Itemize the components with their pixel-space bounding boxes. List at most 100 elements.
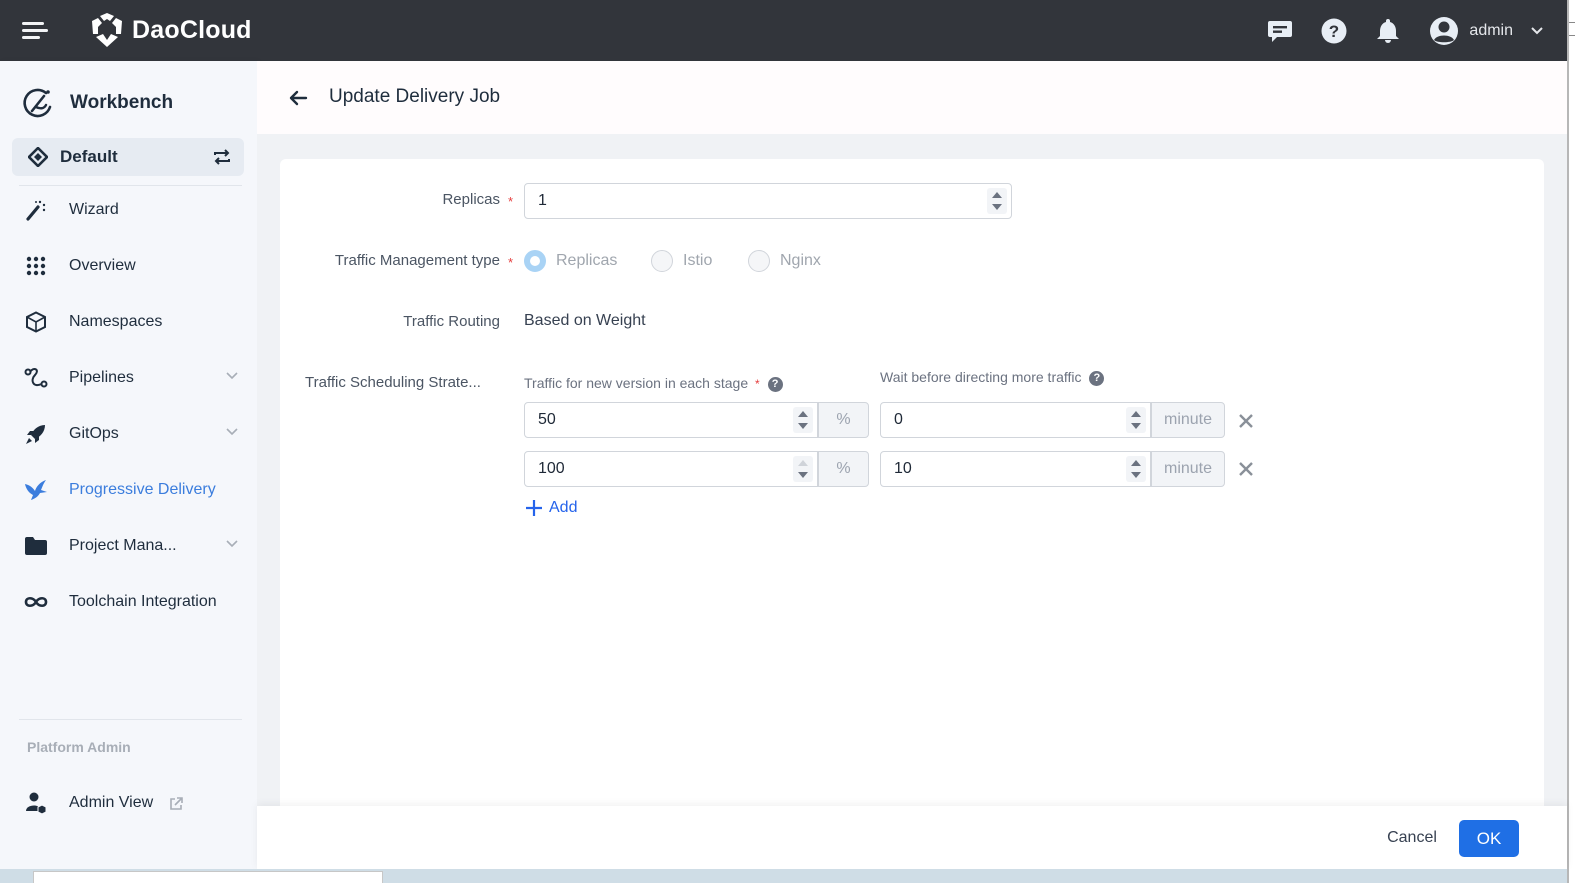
sidebar-item-wizard[interactable]: Wizard bbox=[0, 188, 257, 232]
required-marker: * bbox=[508, 255, 514, 270]
stage-traffic-value: 100 bbox=[538, 460, 565, 477]
hamburger-menu-icon[interactable] bbox=[22, 20, 48, 42]
sidebar-item-project-management[interactable]: Project Mana... bbox=[0, 524, 257, 568]
percent-unit-addon: % bbox=[818, 402, 869, 438]
traffic-column-text: Traffic for new version in each stage bbox=[524, 375, 749, 391]
form-card: Replicas * 1 Traffic Management type * R… bbox=[280, 159, 1544, 819]
stage-traffic-value: 50 bbox=[538, 411, 556, 428]
stage-wait-input[interactable]: 10 minute bbox=[880, 451, 1225, 487]
stage-traffic-input[interactable]: 100 % bbox=[524, 451, 869, 487]
stage-wait-value: 10 bbox=[894, 460, 912, 477]
sidebar-item-label: Toolchain Integration bbox=[69, 593, 217, 610]
sidebar-item-toolchain-integration[interactable]: Toolchain Integration bbox=[0, 580, 257, 624]
grid-icon bbox=[24, 254, 48, 278]
minute-unit-addon: minute bbox=[1151, 402, 1225, 438]
remove-stage-icon[interactable] bbox=[1236, 411, 1256, 431]
message-icon[interactable] bbox=[1267, 18, 1293, 44]
bell-icon[interactable] bbox=[1375, 18, 1401, 44]
stage-traffic-input[interactable]: 50 % bbox=[524, 402, 869, 438]
external-link-icon bbox=[170, 797, 183, 810]
help-icon[interactable]: ? bbox=[767, 377, 783, 392]
sidebar-item-label: Overview bbox=[69, 257, 136, 274]
workspace-title: Workbench bbox=[70, 92, 174, 113]
workbench-icon bbox=[23, 88, 52, 118]
traffic-column-header: Traffic for new version in each stage * … bbox=[524, 375, 783, 392]
radio-circle bbox=[651, 250, 673, 272]
sidebar-divider bbox=[19, 185, 242, 186]
ok-button[interactable]: OK bbox=[1459, 820, 1519, 857]
window-scrollbar[interactable] bbox=[1567, 0, 1595, 883]
sidebar-item-progressive-delivery[interactable]: Progressive Delivery bbox=[0, 468, 257, 512]
rocket-icon bbox=[24, 422, 48, 446]
form-footer: Cancel OK bbox=[257, 806, 1567, 869]
replicas-label: Replicas bbox=[442, 191, 500, 208]
sidebar: Workbench Default Wizard Overview Namesp… bbox=[0, 61, 257, 869]
svg-text:?: ? bbox=[1329, 22, 1339, 41]
radio-istio[interactable]: Istio bbox=[651, 250, 712, 272]
replicas-input[interactable]: 1 bbox=[524, 183, 1012, 219]
traffic-scheduling-label: Traffic Scheduling Strate... bbox=[305, 374, 481, 391]
taskbar-tab[interactable] bbox=[33, 871, 383, 883]
brand-logo[interactable]: DaoCloud bbox=[90, 12, 252, 48]
chevron-down-icon bbox=[226, 540, 238, 548]
bird-icon bbox=[24, 478, 48, 502]
cancel-button[interactable]: Cancel bbox=[1377, 820, 1447, 856]
chevron-down-icon bbox=[1531, 26, 1543, 34]
sidebar-item-admin-view[interactable]: Admin View bbox=[0, 781, 257, 825]
pipeline-icon bbox=[24, 366, 48, 390]
traffic-routing-label: Traffic Routing bbox=[403, 313, 500, 330]
stage-wait-stepper[interactable] bbox=[1126, 456, 1146, 482]
replicas-stepper[interactable] bbox=[987, 188, 1007, 214]
page-header: Update Delivery Job bbox=[257, 61, 1567, 134]
help-icon[interactable]: ? bbox=[1321, 18, 1347, 44]
sidebar-divider bbox=[19, 719, 242, 720]
page-title: Update Delivery Job bbox=[329, 86, 501, 107]
sidebar-item-namespaces[interactable]: Namespaces bbox=[0, 300, 257, 344]
workspace-header: Workbench bbox=[22, 87, 173, 119]
stage-wait-input[interactable]: 0 minute bbox=[880, 402, 1225, 438]
sidebar-item-pipelines[interactable]: Pipelines bbox=[0, 356, 257, 400]
radio-label: Nginx bbox=[780, 252, 821, 269]
sidebar-item-gitops[interactable]: GitOps bbox=[0, 412, 257, 456]
stage-wait-stepper[interactable] bbox=[1126, 407, 1146, 433]
stage-traffic-stepper[interactable] bbox=[793, 456, 813, 482]
main-content: Update Delivery Job Replicas * 1 Traffic… bbox=[257, 61, 1567, 869]
top-bar: DaoCloud ? admin bbox=[0, 0, 1567, 61]
remove-stage-icon[interactable] bbox=[1236, 459, 1256, 479]
wait-column-header: Wait before directing more traffic ? bbox=[880, 369, 1105, 386]
sidebar-item-label: Namespaces bbox=[69, 313, 163, 330]
traffic-routing-value: Based on Weight bbox=[524, 312, 646, 329]
admin-user-icon bbox=[24, 791, 48, 815]
sidebar-item-label: Project Mana... bbox=[69, 537, 177, 554]
namespace-selector[interactable]: Default bbox=[12, 138, 244, 176]
required-marker: * bbox=[755, 377, 760, 391]
chevron-down-icon bbox=[226, 372, 238, 380]
stage-traffic-stepper[interactable] bbox=[793, 407, 813, 433]
sidebar-item-label: Wizard bbox=[69, 201, 119, 218]
switch-icon[interactable] bbox=[212, 147, 232, 167]
radio-nginx[interactable]: Nginx bbox=[748, 250, 821, 272]
add-stage-label: Add bbox=[549, 499, 578, 516]
sidebar-item-overview[interactable]: Overview bbox=[0, 244, 257, 288]
sidebar-item-label: Pipelines bbox=[69, 369, 134, 386]
help-icon[interactable]: ? bbox=[1089, 371, 1105, 386]
plus-icon bbox=[526, 500, 542, 516]
folder-icon bbox=[24, 534, 48, 558]
radio-circle bbox=[748, 250, 770, 272]
taskbar-strip bbox=[0, 869, 1567, 883]
radio-circle bbox=[524, 250, 546, 272]
chevron-down-icon bbox=[226, 428, 238, 436]
percent-unit-addon: % bbox=[818, 451, 869, 487]
wait-column-text: Wait before directing more traffic bbox=[880, 369, 1082, 385]
add-stage-button[interactable]: Add bbox=[525, 499, 577, 517]
user-menu[interactable]: admin bbox=[1429, 16, 1543, 46]
user-name: admin bbox=[1469, 21, 1513, 39]
platform-admin-section-label: Platform Admin bbox=[27, 739, 131, 755]
radio-replicas[interactable]: Replicas bbox=[524, 250, 617, 272]
namespace-name: Default bbox=[60, 147, 118, 166]
radio-label: Replicas bbox=[556, 252, 618, 269]
avatar bbox=[1430, 16, 1459, 45]
sidebar-item-label: Admin View bbox=[69, 794, 154, 811]
back-arrow-icon[interactable] bbox=[287, 87, 309, 109]
sidebar-item-label: GitOps bbox=[69, 425, 119, 442]
